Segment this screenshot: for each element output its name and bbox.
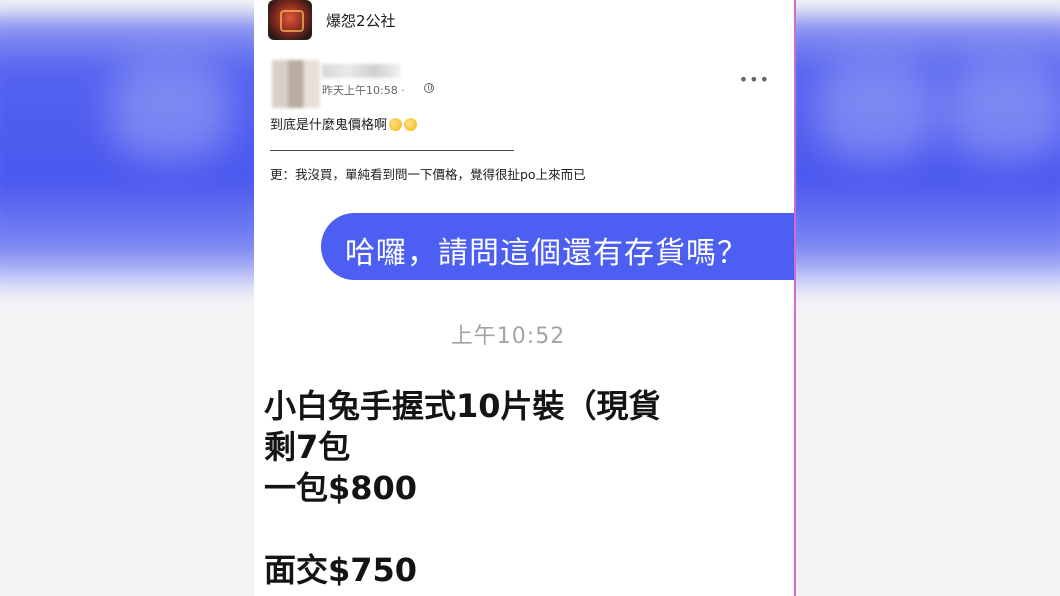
post-panel: 爆怨2公社 昨天上午10:58 · ••• 到底是什麼鬼價格啊 更：我沒買，單純…: [254, 0, 796, 596]
chat-timestamp: 上午10:52: [450, 324, 566, 349]
post-text: 到底是什麼鬼價格啊: [270, 114, 418, 133]
chat-question-text: 哈囉，請問這個還有存貨嗎？: [345, 236, 748, 271]
group-header[interactable]: 爆怨2公社: [268, 0, 396, 40]
blurred-background-left: [0, 0, 254, 596]
globe-icon: [424, 83, 434, 93]
emoji-icon: [389, 118, 403, 131]
post-update-text: 更：我沒買，單純看到問一下價格，覺得很扯po上來而已: [270, 167, 586, 182]
divider: [270, 150, 514, 151]
more-options-icon[interactable]: •••: [739, 70, 770, 89]
group-name[interactable]: 爆怨2公社: [326, 10, 396, 31]
chat-question-bubble: 哈囉，請問這個還有存貨嗎？: [321, 213, 794, 280]
author-name-blurred[interactable]: [322, 64, 400, 78]
post-text-line1: 到底是什麼鬼價格啊: [270, 118, 388, 133]
group-avatar[interactable]: [268, 0, 312, 40]
post-timestamp[interactable]: 昨天上午10:58 ·: [322, 82, 405, 98]
chat-reply-text: 小白兔手握式10片裝（現貨 剩7包 一包$800 面交$750: [264, 387, 661, 589]
blurred-background-right: [796, 0, 1060, 596]
author-row: 昨天上午10:58 · •••: [272, 60, 782, 112]
emoji-icon: [404, 118, 418, 131]
author-avatar-blurred[interactable]: [272, 60, 320, 108]
